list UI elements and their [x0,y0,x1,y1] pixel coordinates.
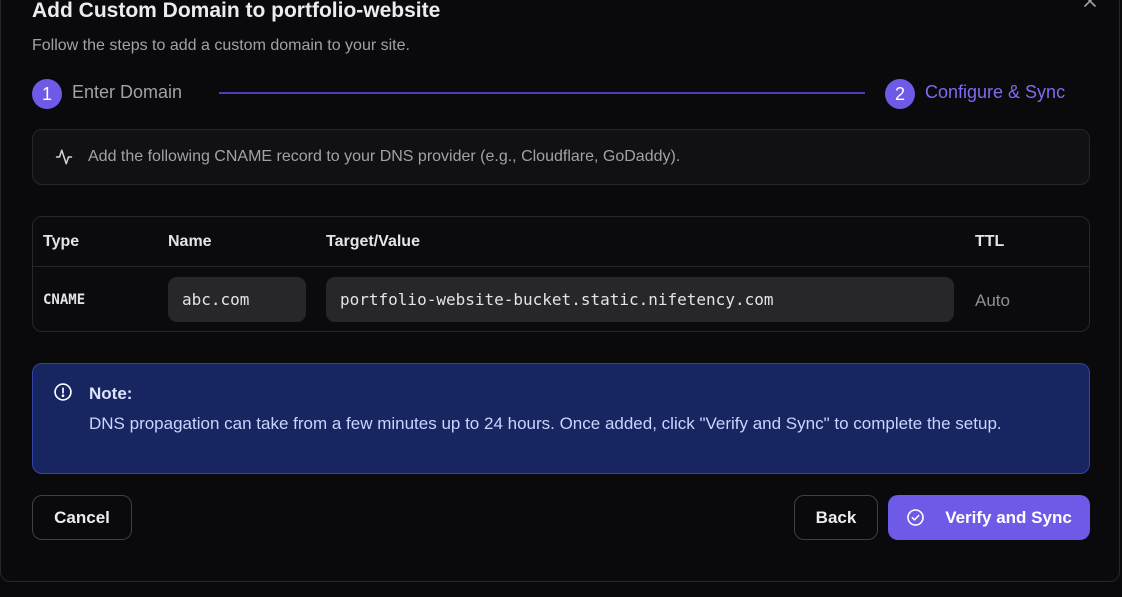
record-name-value[interactable]: abc.com [168,277,306,322]
dialog-subtitle: Follow the steps to add a custom domain … [32,37,410,54]
dns-record-table: Type Name Target/Value TTL CNAME abc.com… [32,216,1090,332]
check-circle-icon [907,509,924,526]
record-ttl: Auto [975,291,1010,310]
note-body: DNS propagation can take from a few minu… [89,414,1002,433]
header-type: Type [43,233,80,250]
note-title: Note: [89,384,133,403]
step-2-number: 2 [885,79,915,109]
record-target-value[interactable]: portfolio-website-bucket.static.nifetenc… [326,277,954,322]
activity-icon [55,149,73,165]
cancel-button[interactable]: Cancel [32,495,132,540]
back-button[interactable]: Back [794,495,878,540]
stepper: 1 Enter Domain 2 Configure & Sync [32,79,1090,109]
header-ttl: TTL [975,233,1005,250]
instruction-text: Add the following CNAME record to your D… [88,148,681,165]
header-target: Target/Value [326,233,420,250]
table-divider [33,266,1089,267]
verify-and-sync-label: Verify and Sync [945,507,1072,527]
alert-circle-icon [54,383,72,401]
step-2-label: Configure & Sync [925,82,1066,102]
step-1-number: 1 [32,79,62,109]
add-custom-domain-dialog: Add Custom Domain to portfolio-website F… [0,0,1120,582]
header-name: Name [168,233,212,250]
step-1-label: Enter Domain [72,82,183,102]
dialog-title: Add Custom Domain to portfolio-website [32,0,441,22]
instruction-alert: Add the following CNAME record to your D… [32,129,1090,185]
step-connector [219,92,865,94]
record-type: CNAME [43,292,86,308]
x-icon [1084,0,1096,7]
close-button[interactable] [1081,0,1099,10]
verify-and-sync-button[interactable]: Verify and Sync [888,495,1090,540]
note-alert: Note: DNS propagation can take from a fe… [32,363,1090,474]
